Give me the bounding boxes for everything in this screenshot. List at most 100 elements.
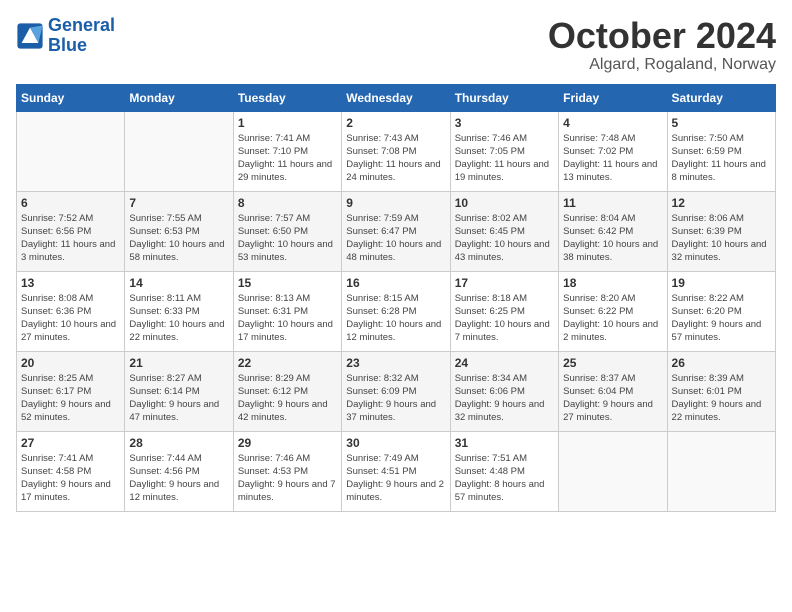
day-number: 30 [346,436,445,450]
day-number: 21 [129,356,228,370]
day-number: 14 [129,276,228,290]
day-number: 9 [346,196,445,210]
weekday-header-row: SundayMondayTuesdayWednesdayThursdayFrid… [17,84,776,111]
calendar-cell: 13 Sunrise: 8:08 AM Sunset: 6:36 PM Dayli… [17,271,125,351]
calendar-cell: 29Sunrise: 7:46 AM Sunset: 4:53 PM Dayli… [233,431,341,511]
calendar-cell: 17 Sunrise: 8:18 AM Sunset: 6:25 PM Dayli… [450,271,558,351]
calendar-cell: 21 Sunrise: 8:27 AM Sunset: 6:14 PM Dayli… [125,351,233,431]
day-info: Sunrise: 7:48 AM Sunset: 7:02 PM Dayligh… [563,132,662,185]
calendar-week-row: 1 Sunrise: 7:41 AM Sunset: 7:10 PM Daylig… [17,111,776,191]
calendar-cell: 30Sunrise: 7:49 AM Sunset: 4:51 PM Dayli… [342,431,450,511]
calendar-week-row: 6 Sunrise: 7:52 AM Sunset: 6:56 PM Daylig… [17,191,776,271]
day-number: 10 [455,196,554,210]
day-info: Sunrise: 7:52 AM Sunset: 6:56 PM Dayligh… [21,212,120,265]
day-number: 12 [672,196,771,210]
weekday-header-sunday: Sunday [17,84,125,111]
weekday-header-friday: Friday [559,84,667,111]
calendar-cell: 18Sunrise: 8:20 AM Sunset: 6:22 PM Dayli… [559,271,667,351]
day-info: Sunrise: 7:41 AM Sunset: 4:58 PM Dayligh… [21,452,120,505]
day-info: Sunrise: 8:13 AM Sunset: 6:31 PM Dayligh… [238,292,337,345]
month-title: October 2024 [548,16,776,56]
calendar-cell [559,431,667,511]
location-title: Algard, Rogaland, Norway [548,56,776,74]
calendar-cell [17,111,125,191]
weekday-header-monday: Monday [125,84,233,111]
day-info: Sunrise: 8:39 AM Sunset: 6:01 PM Dayligh… [672,372,771,425]
day-number: 2 [346,116,445,130]
day-number: 16 [346,276,445,290]
day-number: 3 [455,116,554,130]
calendar-week-row: 20 Sunrise: 8:25 AM Sunset: 6:17 PM Dayli… [17,351,776,431]
day-number: 20 [21,356,120,370]
day-info: Sunrise: 7:46 AM Sunset: 4:53 PM Dayligh… [238,452,337,505]
day-number: 17 [455,276,554,290]
day-info: Sunrise: 7:57 AM Sunset: 6:50 PM Dayligh… [238,212,337,265]
day-number: 23 [346,356,445,370]
day-info: Sunrise: 8:37 AM Sunset: 6:04 PM Dayligh… [563,372,662,425]
logo: General Blue [16,16,115,56]
day-number: 15 [238,276,337,290]
calendar-cell: 31 Sunrise: 7:51 AM Sunset: 4:48 PM Dayli… [450,431,558,511]
weekday-header-tuesday: Tuesday [233,84,341,111]
title-block: October 2024 Algard, Rogaland, Norway [548,16,776,74]
calendar-cell: 23 Sunrise: 8:32 AM Sunset: 6:09 PM Dayli… [342,351,450,431]
logo-general: General [48,15,115,35]
day-number: 4 [563,116,662,130]
day-info: Sunrise: 8:02 AM Sunset: 6:45 PM Dayligh… [455,212,554,265]
day-info: Sunrise: 8:11 AM Sunset: 6:33 PM Dayligh… [129,292,228,345]
calendar-cell: 6 Sunrise: 7:52 AM Sunset: 6:56 PM Daylig… [17,191,125,271]
day-number: 26 [672,356,771,370]
calendar-cell: 26 Sunrise: 8:39 AM Sunset: 6:01 PM Dayli… [667,351,775,431]
calendar-cell: 27 Sunrise: 7:41 AM Sunset: 4:58 PM Dayli… [17,431,125,511]
weekday-header-thursday: Thursday [450,84,558,111]
day-info: Sunrise: 8:18 AM Sunset: 6:25 PM Dayligh… [455,292,554,345]
day-number: 18 [563,276,662,290]
calendar-week-row: 27 Sunrise: 7:41 AM Sunset: 4:58 PM Dayli… [17,431,776,511]
calendar-cell: 20 Sunrise: 8:25 AM Sunset: 6:17 PM Dayli… [17,351,125,431]
day-info: Sunrise: 7:41 AM Sunset: 7:10 PM Dayligh… [238,132,337,185]
weekday-header-saturday: Saturday [667,84,775,111]
logo-icon [16,22,44,50]
calendar-week-row: 13 Sunrise: 8:08 AM Sunset: 6:36 PM Dayli… [17,271,776,351]
calendar-table: SundayMondayTuesdayWednesdayThursdayFrid… [16,84,776,512]
day-info: Sunrise: 7:43 AM Sunset: 7:08 PM Dayligh… [346,132,445,185]
calendar-cell: 28Sunrise: 7:44 AM Sunset: 4:56 PM Dayli… [125,431,233,511]
day-info: Sunrise: 7:50 AM Sunset: 6:59 PM Dayligh… [672,132,771,185]
day-number: 6 [21,196,120,210]
calendar-cell: 16Sunrise: 8:15 AM Sunset: 6:28 PM Dayli… [342,271,450,351]
day-info: Sunrise: 8:32 AM Sunset: 6:09 PM Dayligh… [346,372,445,425]
day-number: 5 [672,116,771,130]
day-info: Sunrise: 8:25 AM Sunset: 6:17 PM Dayligh… [21,372,120,425]
day-number: 19 [672,276,771,290]
day-number: 25 [563,356,662,370]
day-number: 27 [21,436,120,450]
calendar-cell: 11Sunrise: 8:04 AM Sunset: 6:42 PM Dayli… [559,191,667,271]
day-number: 28 [129,436,228,450]
day-info: Sunrise: 8:34 AM Sunset: 6:06 PM Dayligh… [455,372,554,425]
calendar-cell: 15 Sunrise: 8:13 AM Sunset: 6:31 PM Dayli… [233,271,341,351]
calendar-cell: 4 Sunrise: 7:48 AM Sunset: 7:02 PM Daylig… [559,111,667,191]
calendar-cell: 14 Sunrise: 8:11 AM Sunset: 6:33 PM Dayli… [125,271,233,351]
calendar-cell: 5 Sunrise: 7:50 AM Sunset: 6:59 PM Daylig… [667,111,775,191]
calendar-cell: 10 Sunrise: 8:02 AM Sunset: 6:45 PM Dayli… [450,191,558,271]
calendar-cell: 7Sunrise: 7:55 AM Sunset: 6:53 PM Daylig… [125,191,233,271]
day-info: Sunrise: 8:29 AM Sunset: 6:12 PM Dayligh… [238,372,337,425]
calendar-cell: 22Sunrise: 8:29 AM Sunset: 6:12 PM Dayli… [233,351,341,431]
day-info: Sunrise: 8:04 AM Sunset: 6:42 PM Dayligh… [563,212,662,265]
day-number: 1 [238,116,337,130]
calendar-cell: 8Sunrise: 7:57 AM Sunset: 6:50 PM Daylig… [233,191,341,271]
calendar-cell: 3Sunrise: 7:46 AM Sunset: 7:05 PM Daylig… [450,111,558,191]
day-info: Sunrise: 8:08 AM Sunset: 6:36 PM Dayligh… [21,292,120,345]
day-number: 7 [129,196,228,210]
day-info: Sunrise: 7:51 AM Sunset: 4:48 PM Dayligh… [455,452,554,505]
calendar-cell: 24Sunrise: 8:34 AM Sunset: 6:06 PM Dayli… [450,351,558,431]
day-info: Sunrise: 8:27 AM Sunset: 6:14 PM Dayligh… [129,372,228,425]
day-number: 31 [455,436,554,450]
day-number: 13 [21,276,120,290]
calendar-cell: 9 Sunrise: 7:59 AM Sunset: 6:47 PM Daylig… [342,191,450,271]
day-info: Sunrise: 8:22 AM Sunset: 6:20 PM Dayligh… [672,292,771,345]
logo-text: General Blue [48,16,115,56]
logo-blue: Blue [48,35,87,55]
day-info: Sunrise: 7:59 AM Sunset: 6:47 PM Dayligh… [346,212,445,265]
page-header: General Blue October 2024 Algard, Rogala… [16,16,776,74]
